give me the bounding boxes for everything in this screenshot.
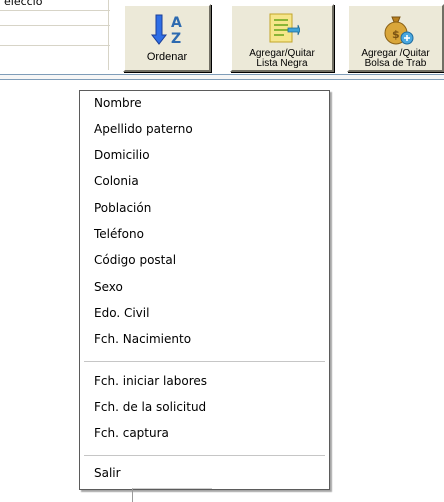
- money-bag-icon: $: [378, 11, 414, 47]
- menu-item-poblacion[interactable]: Población: [94, 199, 151, 217]
- menu-item-edo-civil[interactable]: Edo. Civil: [94, 304, 149, 322]
- svg-text:Z: Z: [171, 31, 181, 47]
- menu-item-nombre[interactable]: Nombre: [94, 94, 142, 112]
- menu-item-domicilio[interactable]: Domicilio: [94, 146, 150, 164]
- menu-item-fch-nacimiento[interactable]: Fch. Nacimiento: [94, 330, 191, 348]
- job-bag-button[interactable]: $ Agregar /Quitar Bolsa de Trab: [347, 4, 444, 72]
- divider: [0, 45, 110, 46]
- menu-item-telefono[interactable]: Teléfono: [94, 225, 144, 243]
- list-edit-icon: [264, 11, 300, 47]
- menu-item-codigo-postal[interactable]: Código postal: [94, 251, 176, 269]
- menu-item-salir[interactable]: Salir: [94, 464, 121, 482]
- job-bag-button-label: Agregar /Quitar Bolsa de Trab: [361, 48, 430, 69]
- menu-item-colonia[interactable]: Colonia: [94, 172, 139, 190]
- svg-text:A: A: [171, 15, 182, 31]
- sort-button[interactable]: A Z Ordenar: [123, 4, 211, 72]
- menu-item-fch-solicitud[interactable]: Fch. de la solicitud: [94, 398, 206, 416]
- menu-item-fch-iniciar-labores[interactable]: Fch. iniciar labores: [94, 372, 207, 390]
- sort-az-icon: A Z: [149, 11, 185, 47]
- blacklist-button[interactable]: Agregar/Quitar Lista Negra: [230, 4, 334, 72]
- window-title-fragment: elecció: [4, 0, 43, 8]
- svg-text:$: $: [392, 28, 400, 41]
- blacklist-button-label: Agregar/Quitar Lista Negra: [249, 48, 315, 69]
- menu-item-fch-captura[interactable]: Fch. captura: [94, 424, 169, 442]
- menu-item-sexo[interactable]: Sexo: [94, 278, 123, 296]
- toolbar-area: elecció A Z Ordenar Agregar/Quitar Lista…: [0, 0, 444, 80]
- sort-field-context-menu: Nombre Apellido paterno Domicilio Coloni…: [79, 90, 330, 490]
- divider: [108, 0, 109, 70]
- divider: [0, 10, 110, 11]
- toolbar-bottom-edge: [0, 74, 444, 80]
- sort-button-label: Ordenar: [146, 51, 188, 63]
- background-panel-edge: [132, 488, 212, 502]
- menu-separator: [84, 361, 325, 362]
- menu-item-apellido-paterno[interactable]: Apellido paterno: [94, 120, 193, 138]
- menu-separator: [84, 455, 325, 456]
- divider: [0, 25, 110, 26]
